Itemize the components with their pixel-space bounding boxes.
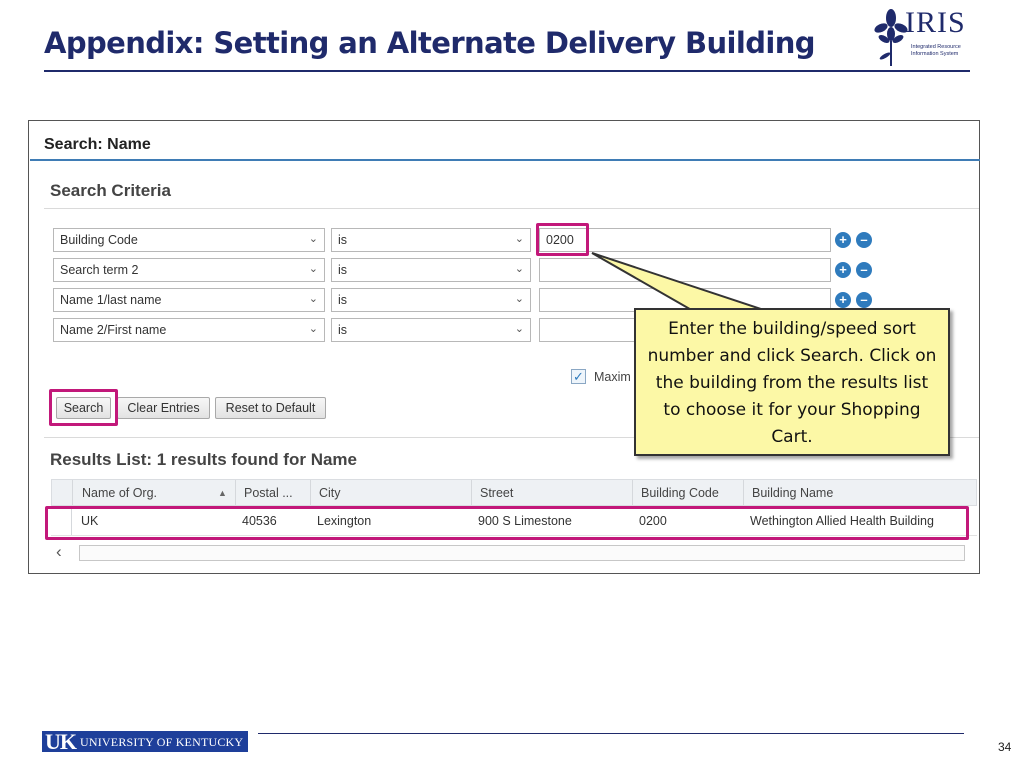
iris-wordmark: IRIS (905, 6, 966, 39)
field-select-value: Name 1/last name (60, 293, 162, 307)
criteria-row: Building Code ⌄ is ⌄ 0200 + – (53, 228, 883, 252)
chevron-down-icon: ⌄ (514, 323, 524, 335)
chevron-down-icon: ⌄ (514, 293, 524, 305)
minus-circle-icon[interactable]: – (856, 292, 872, 308)
field-select[interactable]: Name 2/First name ⌄ (53, 318, 325, 342)
operator-select[interactable]: is ⌄ (331, 288, 531, 312)
criteria-row: Search term 2 ⌄ is ⌄ + – (53, 258, 883, 282)
field-select[interactable]: Name 1/last name ⌄ (53, 288, 325, 312)
clear-entries-button[interactable]: Clear Entries (117, 397, 210, 419)
operator-select[interactable]: is ⌄ (331, 258, 531, 282)
title-divider (44, 70, 970, 72)
value-highlight-box (536, 223, 589, 256)
scroll-track[interactable] (79, 545, 965, 561)
instruction-callout: Enter the building/speed sort number and… (634, 308, 950, 456)
max-hits-checkbox[interactable]: ✓ (571, 369, 586, 384)
column-header-building-name[interactable]: Building Name (743, 480, 978, 505)
plus-circle-icon[interactable]: + (835, 232, 851, 248)
column-header-postal[interactable]: Postal ... (235, 480, 310, 505)
results-table-header: Name of Org. ▲ Postal ... City Street Bu… (51, 479, 977, 506)
chevron-down-icon: ⌄ (308, 293, 318, 305)
criteria-divider (44, 208, 979, 209)
operator-select-value: is (338, 293, 348, 307)
plus-circle-icon[interactable]: + (835, 292, 851, 308)
chevron-down-icon: ⌄ (514, 233, 524, 245)
sort-ascending-icon[interactable]: ▲ (218, 488, 227, 498)
iris-flower-icon (874, 9, 908, 66)
field-select-value: Name 2/First name (60, 323, 167, 337)
field-select-value: Building Code (60, 233, 138, 247)
uk-mark: UK (45, 729, 77, 754)
operator-select-value: is (338, 323, 348, 337)
slide-title: Appendix: Setting an Alternate Delivery … (44, 26, 816, 60)
minus-circle-icon[interactable]: – (856, 262, 872, 278)
minus-circle-icon[interactable]: – (856, 232, 872, 248)
search-criteria-title: Search Criteria (50, 181, 171, 200)
column-header-name-of-org[interactable]: Name of Org. (74, 480, 235, 505)
operator-select[interactable]: is ⌄ (331, 318, 531, 342)
field-select[interactable]: Building Code ⌄ (53, 228, 325, 252)
chevron-down-icon: ⌄ (514, 263, 524, 275)
column-header-label: Name of Org. (82, 486, 158, 500)
footer-divider (258, 733, 964, 734)
iris-subtitle-line-2: Information System (911, 51, 959, 57)
panel-header-rule (30, 159, 980, 161)
select-all-cell[interactable] (52, 480, 73, 505)
horizontal-scrollbar[interactable]: ‹ (51, 542, 977, 564)
operator-select-value: is (338, 233, 348, 247)
plus-circle-icon[interactable]: + (835, 262, 851, 278)
chevron-down-icon: ⌄ (308, 323, 318, 335)
field-select[interactable]: Search term 2 ⌄ (53, 258, 325, 282)
results-list-title: Results List: 1 results found for Name (50, 450, 357, 469)
result-row-highlight-box (45, 506, 969, 540)
max-hits-label: Maxim (594, 370, 631, 384)
page-number: 34 (998, 740, 1012, 754)
column-header-street[interactable]: Street (471, 480, 632, 505)
field-select-value: Search term 2 (60, 263, 139, 277)
column-header-city[interactable]: City (310, 480, 471, 505)
panel-header: Search: Name (44, 136, 151, 153)
reset-to-default-button[interactable]: Reset to Default (215, 397, 326, 419)
operator-select[interactable]: is ⌄ (331, 228, 531, 252)
chevron-left-icon[interactable]: ‹ (56, 542, 62, 562)
chevron-down-icon: ⌄ (308, 233, 318, 245)
search-highlight-box (49, 389, 118, 426)
iris-subtitle: Integrated Resource Information System (911, 44, 985, 58)
university-of-kentucky-logo: UK UNIVERSITY OF KENTUCKY (42, 729, 248, 754)
iris-logo: IRIS Integrated Resource Information Sys… (874, 6, 984, 68)
column-header-building-code[interactable]: Building Code (632, 480, 743, 505)
value-input[interactable] (539, 258, 831, 282)
iris-subtitle-line-1: Integrated Resource (911, 44, 961, 50)
university-name: UNIVERSITY OF KENTUCKY (80, 735, 244, 749)
operator-select-value: is (338, 263, 348, 277)
chevron-down-icon: ⌄ (308, 263, 318, 275)
